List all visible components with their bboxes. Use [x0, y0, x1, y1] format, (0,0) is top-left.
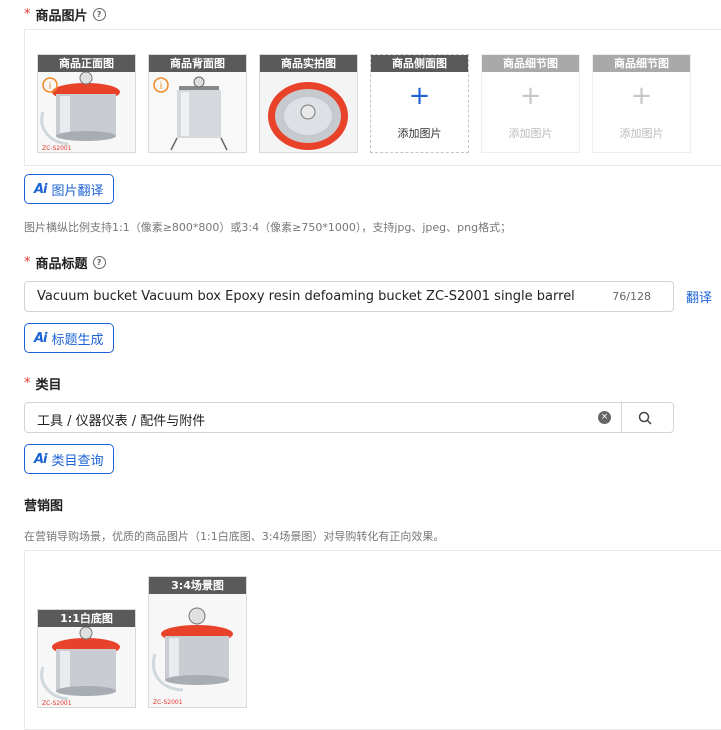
svg-text:i: i	[49, 81, 52, 92]
add-image-detail-1[interactable]: 商品细节图 + 添加图片	[481, 54, 580, 153]
svg-text:i: i	[160, 81, 163, 92]
category-label: * 类目	[24, 376, 62, 393]
help-icon[interactable]: ?	[92, 256, 106, 269]
image-caption: ZC-S2001	[153, 699, 183, 706]
product-images-label: * 商品图片 ?	[24, 5, 106, 24]
plus-icon: +	[519, 81, 542, 111]
add-image-detail-2[interactable]: 商品细节图 + 添加图片	[592, 54, 691, 153]
marketing-image-square[interactable]: 1:1白底图 ZC-S2001	[37, 609, 136, 708]
product-image-front[interactable]: 商品正面图 i ZC-S2001	[37, 54, 136, 153]
char-counter: 76/128	[612, 290, 651, 303]
vacuum-bucket-photo	[260, 72, 357, 152]
plus-icon: +	[408, 81, 431, 111]
ai-icon: Ai	[34, 181, 47, 197]
vacuum-bucket-photo: i ZC-S2001	[38, 71, 135, 152]
image-caption: ZC-S2001	[42, 700, 72, 707]
divider	[621, 403, 622, 432]
category-query-button[interactable]: Ai 类目查询	[24, 444, 114, 474]
image-caption: ZC-S2001	[42, 145, 72, 152]
product-title-label: * 商品标题 ?	[24, 253, 106, 272]
product-image-back[interactable]: 商品背面图 i	[148, 54, 247, 153]
image-format-hint: 图片横纵比例支持1:1（像素≥800*800）或3:4（像素≥750*1000）…	[24, 221, 512, 234]
ai-icon: Ai	[34, 451, 47, 467]
category-input[interactable]: 工具 / 仪器仪表 / 配件与附件 ×	[24, 402, 674, 433]
vacuum-bucket-photo: ZC-S2001	[38, 626, 135, 707]
clear-icon[interactable]: ×	[598, 411, 611, 424]
marketing-label: 营销图	[24, 499, 64, 514]
translate-link[interactable]: 翻译	[686, 287, 712, 306]
vacuum-bucket-photo: i	[149, 72, 246, 152]
marketing-hint: 在营销导购场景，优质的商品图片（1:1白底图、3:4场景图）对导购转化有正向效果…	[24, 530, 445, 543]
image-translate-button[interactable]: Ai 图片翻译	[24, 174, 114, 204]
vacuum-bucket-photo: ZC-S2001	[149, 594, 246, 707]
add-image-side[interactable]: 商品侧面图 + 添加图片	[370, 54, 469, 153]
title-generate-button[interactable]: Ai 标题生成	[24, 323, 114, 353]
marketing-image-scene[interactable]: 3:4场景图 ZC-S2001	[148, 576, 247, 708]
plus-icon: +	[630, 81, 653, 111]
product-image-real[interactable]: 商品实拍图	[259, 54, 358, 153]
search-icon[interactable]	[637, 410, 653, 426]
ai-icon: Ai	[34, 330, 47, 346]
help-icon[interactable]: ?	[92, 8, 106, 21]
product-title-input[interactable]: Vacuum bucket Vacuum box Epoxy resin def…	[24, 281, 674, 312]
